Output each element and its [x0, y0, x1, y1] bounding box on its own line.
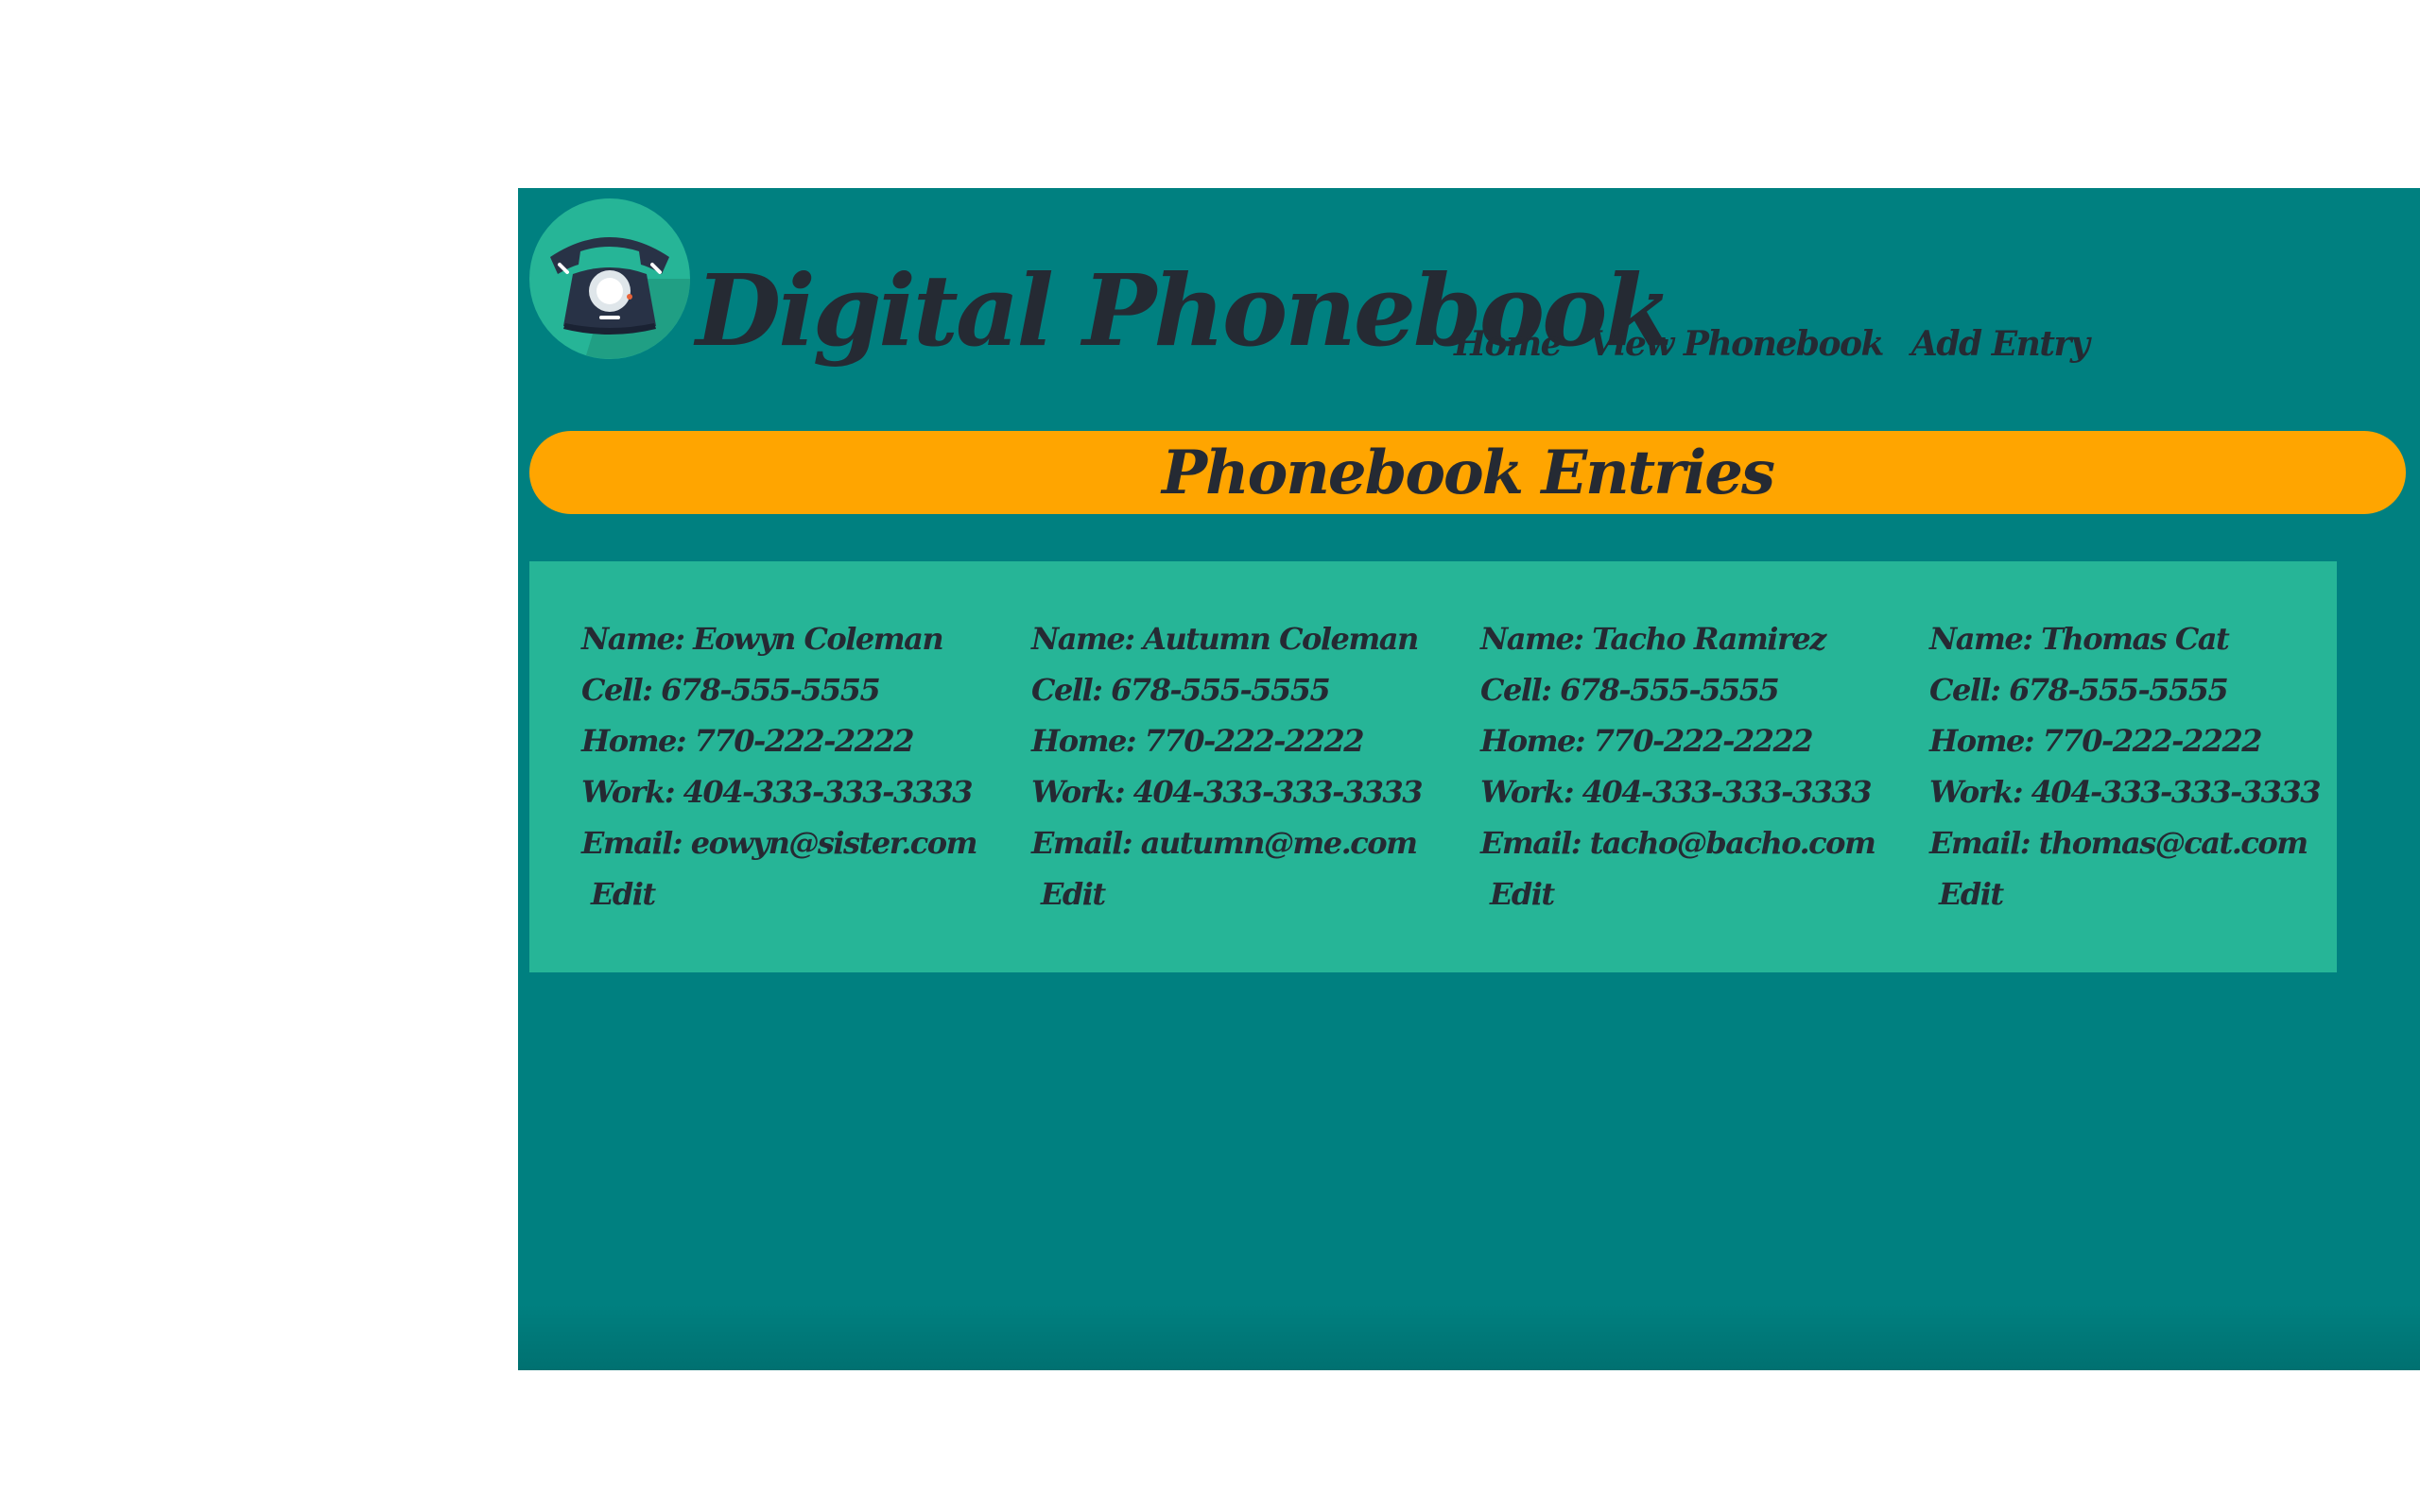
entry-work: Work: 404-333-333-3333 — [581, 774, 973, 810]
entry-card: Name: Thomas Cat Cell: 678-555-5555 Home… — [1929, 613, 2364, 919]
page-heading: Phonebook Entries — [1162, 437, 1775, 508]
entry-card: Name: Eowyn Coleman Cell: 678-555-5555 H… — [581, 613, 1016, 919]
entry-card: Name: Autumn Coleman Cell: 678-555-5555 … — [1031, 613, 1466, 919]
entry-email: Email: eowyn@sister.com — [581, 825, 977, 861]
entry-email: Email: tacho@bacho.com — [1480, 825, 1876, 861]
entry-home: Home: 770-222-2222 — [1031, 723, 1364, 759]
entry-work: Work: 404-333-333-3333 — [1929, 774, 2321, 810]
entry-cell: Cell: 678-555-5555 — [1480, 672, 1780, 708]
main-panel: Digital Phonebook Home View Phonebook Ad… — [518, 188, 2420, 1370]
entry-work: Work: 404-333-333-3333 — [1031, 774, 1423, 810]
panel-bottom-shadow — [518, 1304, 2420, 1370]
entry-name: Name: Thomas Cat — [1929, 621, 2230, 657]
entry-cell: Cell: 678-555-5555 — [581, 672, 881, 708]
entry-home: Home: 770-222-2222 — [581, 723, 914, 759]
entries-grid: Name: Eowyn Coleman Cell: 678-555-5555 H… — [529, 561, 2337, 972]
nav-home-link[interactable]: Home — [1454, 324, 1563, 364]
entry-cell: Cell: 678-555-5555 — [1031, 672, 1331, 708]
nav-add-entry-link[interactable]: Add Entry — [1911, 324, 2090, 364]
entry-name: Name: Eowyn Coleman — [581, 621, 944, 657]
entry-email: Email: autumn@me.com — [1031, 825, 1418, 861]
entry-name: Name: Tacho Ramirez — [1480, 621, 1826, 657]
entry-name: Name: Autumn Coleman — [1031, 621, 1419, 657]
nav-view-phonebook-link[interactable]: View Phonebook — [1589, 324, 1884, 364]
entry-home: Home: 770-222-2222 — [1480, 723, 1813, 759]
entry-home: Home: 770-222-2222 — [1929, 723, 2262, 759]
edit-entry-link[interactable]: Edit — [1939, 868, 2004, 919]
edit-entry-link[interactable]: Edit — [591, 868, 656, 919]
telephone-icon — [529, 198, 690, 359]
entry-cell: Cell: 678-555-5555 — [1929, 672, 2229, 708]
edit-entry-link[interactable]: Edit — [1041, 868, 1106, 919]
page-banner: Phonebook Entries — [529, 431, 2406, 514]
main-nav: Home View Phonebook Add Entry — [1454, 324, 2090, 364]
entry-work: Work: 404-333-333-3333 — [1480, 774, 1872, 810]
entry-card: Name: Tacho Ramirez Cell: 678-555-5555 H… — [1480, 613, 1915, 919]
entry-email: Email: thomas@cat.com — [1929, 825, 2308, 861]
edit-entry-link[interactable]: Edit — [1490, 868, 1555, 919]
